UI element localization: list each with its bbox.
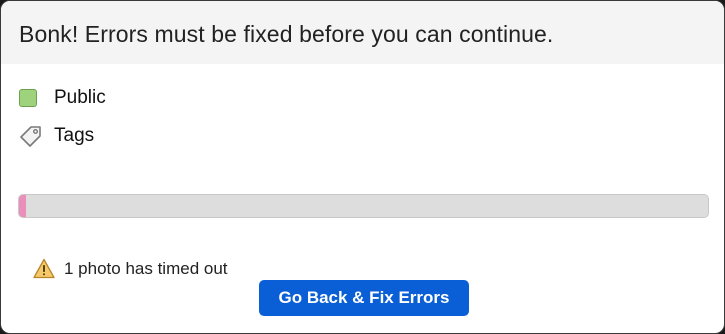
error-message: 1 photo has timed out: [64, 258, 228, 278]
dialog-title: Bonk! Errors must be fixed before you ca…: [19, 21, 554, 47]
upload-progress-fill: [19, 195, 26, 217]
tags-label: Tags: [54, 125, 95, 146]
upload-progress-bar: [18, 194, 709, 218]
privacy-square-icon: [19, 89, 37, 107]
error-dialog: Bonk! Errors must be fixed before you ca…: [0, 0, 725, 334]
tags-row: Tags: [19, 125, 94, 147]
error-message-row: 1 photo has timed out: [33, 258, 228, 279]
warning-icon: [33, 258, 55, 279]
tag-icon: [20, 126, 41, 147]
privacy-label: Public: [54, 87, 106, 108]
go-back-fix-errors-button[interactable]: Go Back & Fix Errors: [259, 280, 469, 316]
dialog-header: Bonk! Errors must be fixed before you ca…: [1, 1, 724, 64]
privacy-row: Public: [19, 87, 106, 109]
